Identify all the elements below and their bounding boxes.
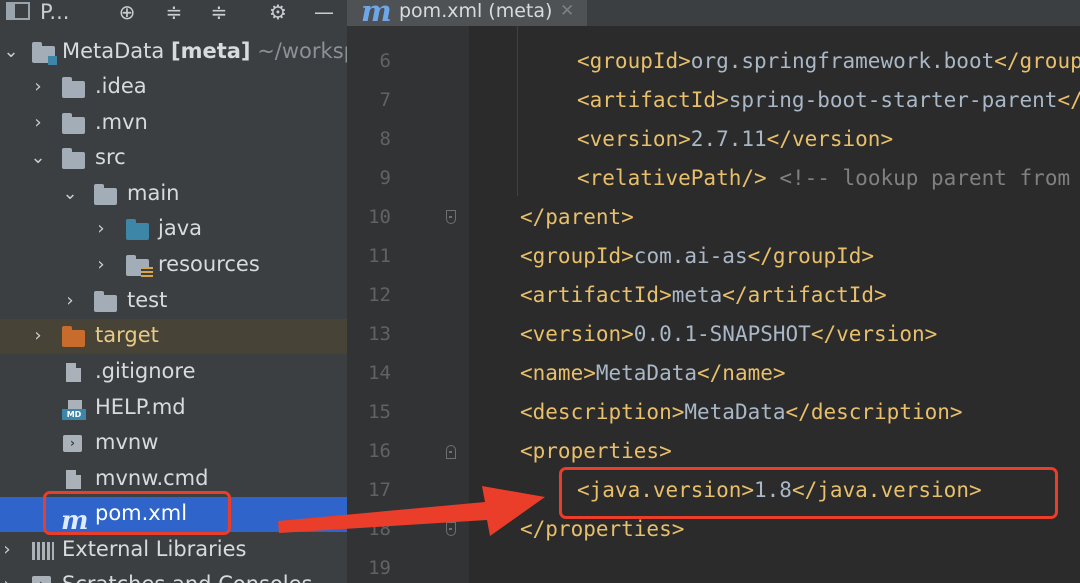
- java-version-annotation-box: [559, 467, 1058, 519]
- line-number: 6: [379, 50, 391, 72]
- tree-item-help-md[interactable]: MD HELP.md: [0, 391, 347, 426]
- chevron-down-icon[interactable]: ⌄: [0, 35, 22, 70]
- code-line: <artifactId>meta</artifactId>: [520, 283, 887, 307]
- tree-item-gitignore[interactable]: .gitignore: [0, 355, 347, 390]
- project-panel-toolbar: P... ⊕ ≑ ≑ ⚙ —: [0, 0, 347, 26]
- tree-item-target[interactable]: › target: [0, 319, 347, 354]
- maven-icon: m: [361, 0, 392, 28]
- code-line: <description>MetaData</description>: [520, 400, 963, 424]
- tab-label: pom.xml (meta): [399, 0, 553, 22]
- chevron-right-icon[interactable]: ›: [27, 319, 49, 354]
- tree-item-idea[interactable]: › .idea: [0, 70, 347, 105]
- module-name: [meta]: [170, 39, 251, 63]
- tab-pom-xml[interactable]: m pom.xml (meta) ✕: [347, 0, 587, 28]
- chevron-right-icon[interactable]: ›: [0, 568, 18, 583]
- code-line: <relativePath/> <!-- lookup parent from …: [577, 166, 1071, 190]
- project-panel: P... ⊕ ≑ ≑ ⚙ — ⌄ MetaData [meta] ~/works…: [0, 0, 347, 583]
- line-number: 8: [379, 128, 391, 150]
- fold-marker-icon[interactable]: [446, 445, 456, 459]
- tree-item-scratches[interactable]: › › Scratches and Consoles: [0, 568, 347, 583]
- code-line: <groupId>com.ai-as</groupId>: [520, 244, 875, 268]
- tree-item-label: .gitignore: [95, 359, 196, 383]
- tree-item-java[interactable]: › java: [0, 212, 347, 247]
- code-line: <artifactId>spring-boot-starter-parent</…: [577, 88, 1080, 112]
- gear-icon[interactable]: ⚙: [264, 0, 292, 26]
- chevron-right-icon[interactable]: ›: [90, 248, 112, 283]
- pom-annotation-box: [43, 491, 231, 535]
- tree-item-label: mvnw: [95, 430, 159, 454]
- fold-marker-icon[interactable]: [446, 210, 456, 224]
- code-line: <version>0.0.1-SNAPSHOT</version>: [520, 322, 938, 346]
- code-line: <groupId>org.springframework.boot</group…: [577, 49, 1080, 73]
- chevron-right-icon[interactable]: ›: [0, 533, 18, 568]
- tree-item-label: External Libraries: [62, 537, 247, 561]
- line-number: 11: [368, 245, 391, 267]
- line-number: 17: [368, 479, 391, 501]
- chevron-right-icon[interactable]: ›: [59, 284, 81, 319]
- line-number: 12: [368, 284, 391, 306]
- chevron-down-icon[interactable]: ⌄: [59, 177, 81, 212]
- code-line: </parent>: [520, 205, 634, 229]
- tree-item-metadata[interactable]: ⌄ MetaData [meta] ~/worksp: [0, 35, 347, 70]
- tree-item-mvn[interactable]: › .mvn: [0, 106, 347, 141]
- tree-item-label: .idea: [95, 74, 147, 98]
- tree-item-src[interactable]: ⌄ src: [0, 141, 347, 176]
- tree-item-label: main: [127, 181, 180, 205]
- expand-all-icon[interactable]: ≑: [160, 0, 188, 26]
- line-number: 14: [368, 362, 391, 384]
- tree-item-label: MetaData: [62, 39, 165, 63]
- markdown-file-icon: MD: [62, 400, 86, 420]
- line-number: 7: [379, 89, 391, 111]
- code-line: <version>2.7.11</version>: [577, 127, 894, 151]
- module-path: ~/worksp: [257, 39, 347, 63]
- tree-item-label: src: [95, 145, 126, 169]
- editor-tab-bar: m pom.xml (meta) ✕: [347, 0, 1080, 28]
- line-number: 15: [368, 401, 391, 423]
- tree-item-main[interactable]: ⌄ main: [0, 177, 347, 212]
- tree-item-test[interactable]: › test: [0, 284, 347, 319]
- line-number: 16: [368, 440, 391, 462]
- chevron-right-icon[interactable]: ›: [27, 106, 49, 141]
- target-icon[interactable]: ⊕: [113, 0, 141, 26]
- code-line: <name>MetaData</name>: [520, 361, 786, 385]
- line-number: 13: [368, 323, 391, 345]
- indent-guide: [517, 26, 518, 196]
- tree-item-label: java: [158, 216, 202, 240]
- library-icon: [32, 542, 54, 560]
- chevron-right-icon[interactable]: ›: [90, 212, 112, 247]
- tree-item-resources[interactable]: › resources: [0, 248, 347, 283]
- minimize-icon[interactable]: —: [310, 0, 338, 26]
- line-number: 9: [379, 167, 391, 189]
- tree-item-label: .mvn: [95, 110, 148, 134]
- line-number: 18: [368, 518, 391, 540]
- tree-item-label: resources: [158, 252, 260, 276]
- tree-item-label: HELP.md: [95, 395, 186, 419]
- tree-item-external-libraries[interactable]: › External Libraries: [0, 533, 347, 568]
- tree-item-label: test: [127, 288, 168, 312]
- tree-item-mvnw[interactable]: › mvnw: [0, 426, 347, 461]
- code-line: <properties>: [520, 439, 672, 463]
- chevron-right-icon[interactable]: ›: [27, 70, 49, 105]
- line-number: 10: [368, 206, 391, 228]
- tree-item-label: Scratches and Consoles: [62, 568, 313, 583]
- project-panel-title[interactable]: P...: [40, 0, 69, 24]
- project-panel-icon[interactable]: [6, 2, 30, 20]
- editor-gutter: 6 7 8 9 10 11 12 13 14 15 16 17 18 19: [347, 26, 469, 583]
- collapse-all-icon[interactable]: ≑: [205, 0, 233, 26]
- tree-item-label: target: [95, 323, 159, 347]
- chevron-down-icon[interactable]: ⌄: [27, 141, 49, 176]
- scratch-icon: ›: [32, 576, 51, 583]
- line-number: 19: [368, 557, 391, 579]
- close-icon[interactable]: ✕: [560, 0, 574, 22]
- fold-marker-icon[interactable]: [446, 522, 456, 536]
